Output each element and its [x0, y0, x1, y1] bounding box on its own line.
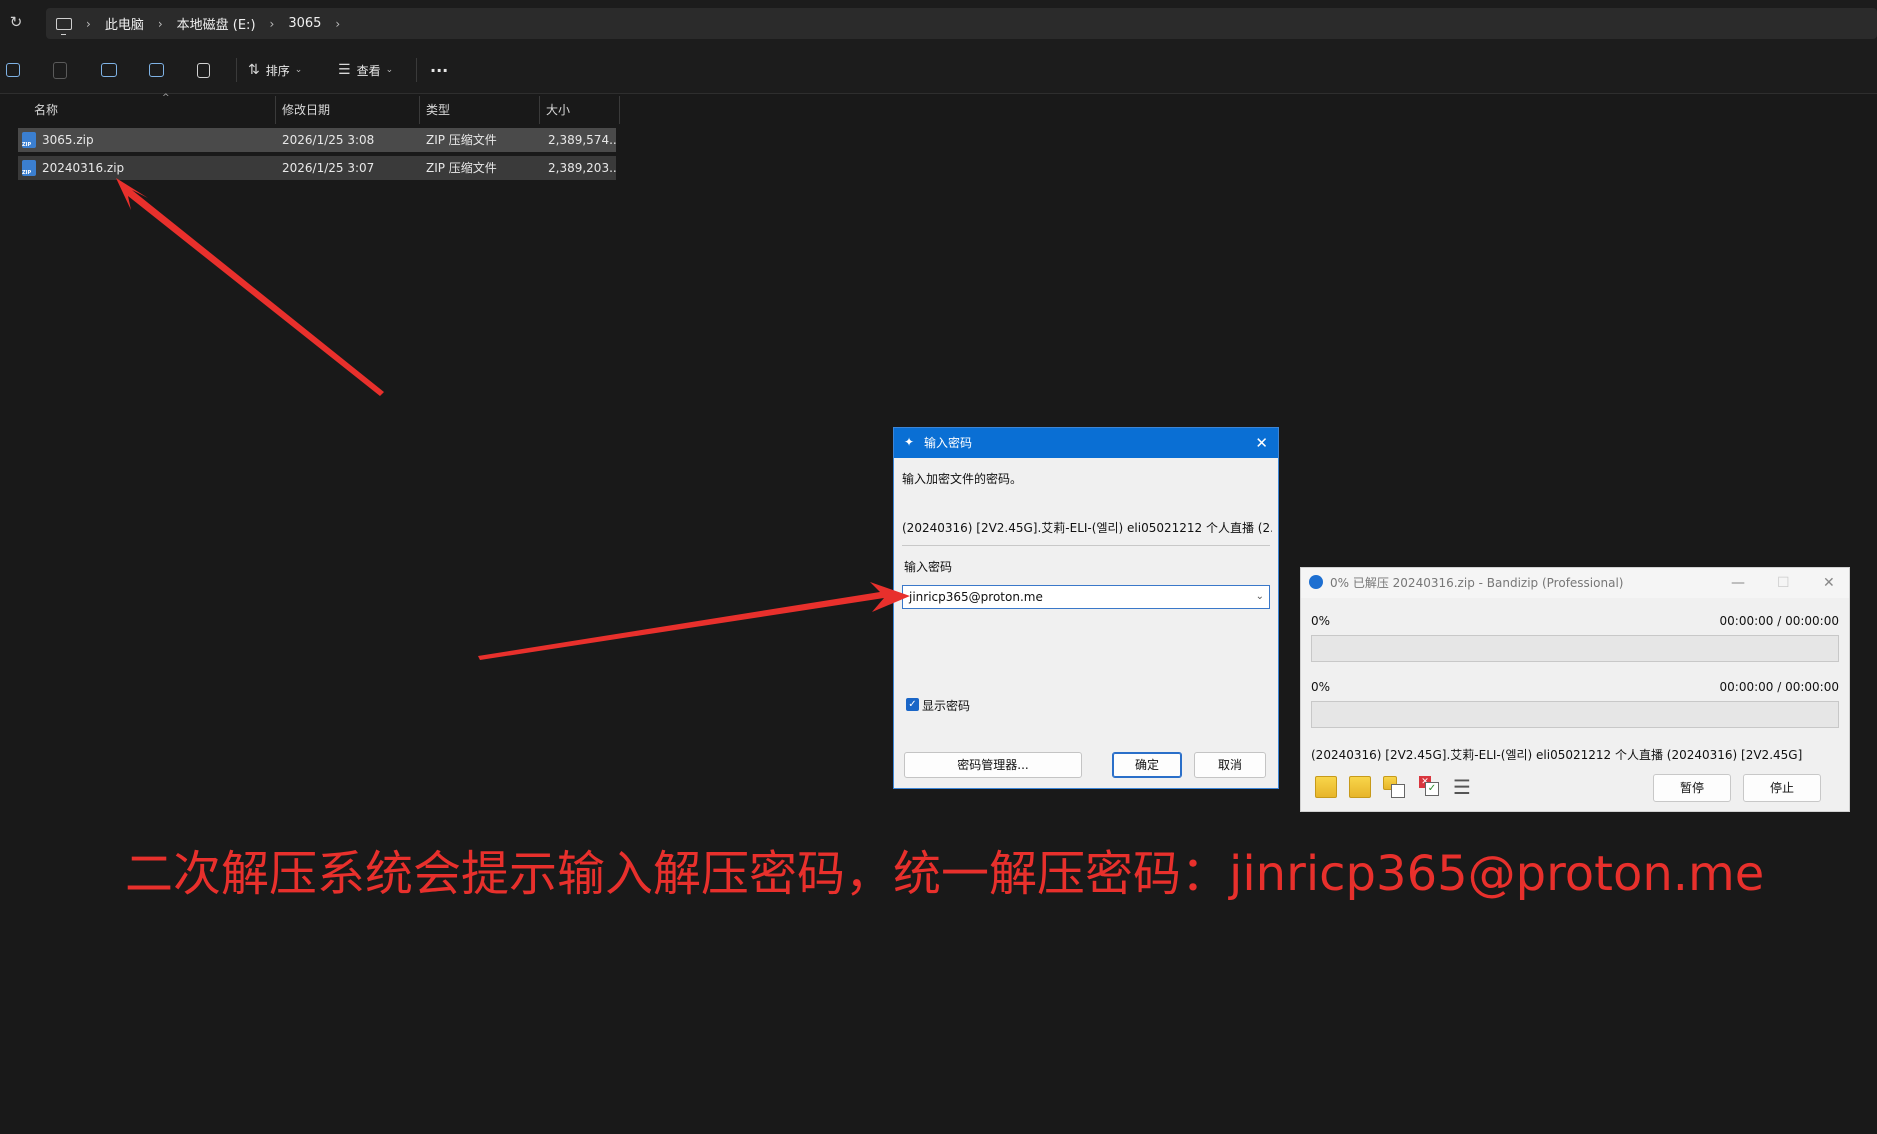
password-dialog: ✦ 输入密码 ✕ 输入加密文件的密码。 (20240316) [2V2.45G]…	[893, 427, 1279, 789]
progress-percent-total: 0%	[1311, 680, 1331, 694]
sort-label: 排序	[265, 63, 290, 78]
breadcrumb-folder[interactable]: 3065	[288, 16, 321, 31]
file-size: 2,389,574...	[548, 133, 616, 147]
progress-percent: 0%	[1311, 614, 1331, 628]
file-size: 2,389,203...	[548, 161, 616, 175]
cancel-button[interactable]: 取消	[1194, 752, 1266, 778]
toolbar-divider	[236, 58, 237, 82]
trash-icon	[197, 62, 210, 78]
rename-button[interactable]	[101, 58, 117, 82]
windows-icon[interactable]	[1383, 776, 1405, 798]
file-name: 3065.zip	[42, 133, 94, 147]
arrow-to-file	[116, 178, 384, 396]
divider	[902, 545, 1270, 546]
chevron-right-icon[interactable]: ›	[270, 17, 275, 31]
more-button[interactable]: ···	[430, 58, 448, 82]
breadcrumb-local-disk[interactable]: 本地磁盘 (E:)	[177, 14, 256, 33]
command-bar: ⇅ 排序 ⌄ ☰ 查看 ⌄ ···	[0, 46, 1877, 94]
share-button[interactable]	[149, 58, 164, 82]
file-row[interactable]: 20240316.zip 2026/1/25 3:07 ZIP 压缩文件 2,3…	[18, 156, 616, 180]
bandizip-title-bar[interactable]: 0% 已解压 20240316.zip - Bandizip (Professi…	[1301, 568, 1849, 598]
chevron-down-icon: ⌄	[294, 65, 303, 75]
paste-button[interactable]	[53, 58, 67, 82]
password-manager-button[interactable]: 密码管理器...	[904, 752, 1082, 778]
rename-icon	[101, 63, 117, 77]
delete-button[interactable]	[197, 58, 210, 82]
column-modified[interactable]: 修改日期	[276, 96, 420, 124]
pause-button[interactable]: 暂停	[1653, 774, 1731, 802]
file-modified: 2026/1/25 3:07	[282, 161, 375, 175]
copy-icon	[6, 63, 20, 77]
bandizip-title: 0% 已解压 20240316.zip - Bandizip (Professi…	[1330, 576, 1624, 590]
file-row[interactable]: 3065.zip 2026/1/25 3:08 ZIP 压缩文件 2,389,5…	[18, 128, 616, 152]
instruction-caption: 二次解压系统会提示输入解压密码，统一解压密码：jinricp365@proton…	[125, 846, 1765, 902]
bandizip-icon: ✦	[904, 435, 915, 449]
address-bar[interactable]: › 此电脑 › 本地磁盘 (E:) › 3065 ›	[46, 8, 1877, 39]
list-icon: ☰	[338, 62, 351, 78]
bandizip-progress-window: 0% 已解压 20240316.zip - Bandizip (Professi…	[1300, 567, 1850, 812]
password-value: jinricp365@proton.me	[909, 590, 1043, 604]
sort-icon: ⇅	[248, 62, 260, 78]
folder-icon[interactable]	[1349, 776, 1371, 798]
breadcrumb-this-pc[interactable]: 此电脑	[105, 14, 144, 33]
file-type: ZIP 压缩文件	[426, 161, 497, 175]
zip-file-icon	[22, 160, 36, 176]
address-row: ↻ › 此电脑 › 本地磁盘 (E:) › 3065 ›	[0, 0, 1877, 46]
column-type[interactable]: 类型	[420, 96, 540, 124]
column-name[interactable]: 名称	[16, 96, 276, 124]
toolbar-divider	[416, 58, 417, 82]
open-folder-icon[interactable]	[1315, 776, 1337, 798]
dialog-title: 输入密码	[924, 436, 973, 450]
progress-time: 00:00:00 / 00:00:00	[1719, 614, 1839, 628]
file-type: ZIP 压缩文件	[426, 133, 497, 147]
column-size[interactable]: 大小	[540, 96, 620, 124]
chevron-right-icon[interactable]: ›	[158, 17, 163, 31]
zip-file-icon	[22, 132, 36, 148]
chevron-right-icon[interactable]: ›	[86, 17, 91, 31]
progress-bar-total	[1311, 701, 1839, 728]
breadcrumb: › 此电脑 › 本地磁盘 (E:) › 3065 ›	[56, 8, 354, 39]
maximize-icon: ☐	[1777, 575, 1790, 591]
progress-time-total: 00:00:00 / 00:00:00	[1719, 680, 1839, 694]
copy-button[interactable]	[6, 58, 20, 82]
file-modified: 2026/1/25 3:08	[282, 133, 375, 147]
chevron-down-icon[interactable]: ⌄	[1256, 586, 1264, 608]
password-input[interactable]: jinricp365@proton.me ⌄	[902, 585, 1270, 609]
minimize-icon[interactable]: —	[1731, 568, 1745, 598]
share-icon	[149, 63, 164, 77]
dialog-title-bar[interactable]: ✦ 输入密码 ✕	[894, 428, 1278, 458]
current-file: (20240316) [2V2.45G].艾莉-ELI-(엘리) eli0502…	[1311, 748, 1803, 762]
paste-icon	[53, 61, 67, 79]
stop-button[interactable]: 停止	[1743, 774, 1821, 802]
view-button[interactable]: ☰ 查看 ⌄	[338, 58, 393, 82]
screen: ↻ › 此电脑 › 本地磁盘 (E:) › 3065 › ⇅ 排序 ⌄ ☰ 查看…	[0, 0, 1877, 1134]
progress-bar-current	[1311, 635, 1839, 662]
show-password-label[interactable]: 显示密码	[922, 697, 970, 714]
computer-icon[interactable]	[56, 17, 72, 35]
show-password-checkbox[interactable]: ✓	[906, 698, 919, 711]
file-name: 20240316.zip	[42, 161, 125, 175]
chevron-right-icon[interactable]: ›	[335, 17, 340, 31]
refresh-icon[interactable]: ↻	[6, 12, 26, 32]
view-label: 查看	[356, 63, 381, 78]
delete-check-icon[interactable]: ✕ ✓	[1419, 776, 1441, 798]
encrypted-file-name: (20240316) [2V2.45G].艾莉-ELI-(엘리) eli0502…	[902, 521, 1272, 535]
sort-button[interactable]: ⇅ 排序 ⌄	[248, 58, 302, 82]
close-icon[interactable]: ✕	[1823, 568, 1835, 598]
dialog-instruction: 输入加密文件的密码。	[902, 472, 1023, 486]
bandizip-logo-icon	[1309, 575, 1323, 589]
chevron-down-icon: ⌄	[385, 65, 394, 75]
close-icon[interactable]: ✕	[1255, 428, 1268, 458]
arrow-to-password	[478, 582, 910, 660]
menu-icon[interactable]: ☰	[1453, 776, 1475, 798]
password-label: 输入密码	[904, 560, 953, 574]
ok-button[interactable]: 确定	[1112, 752, 1182, 778]
